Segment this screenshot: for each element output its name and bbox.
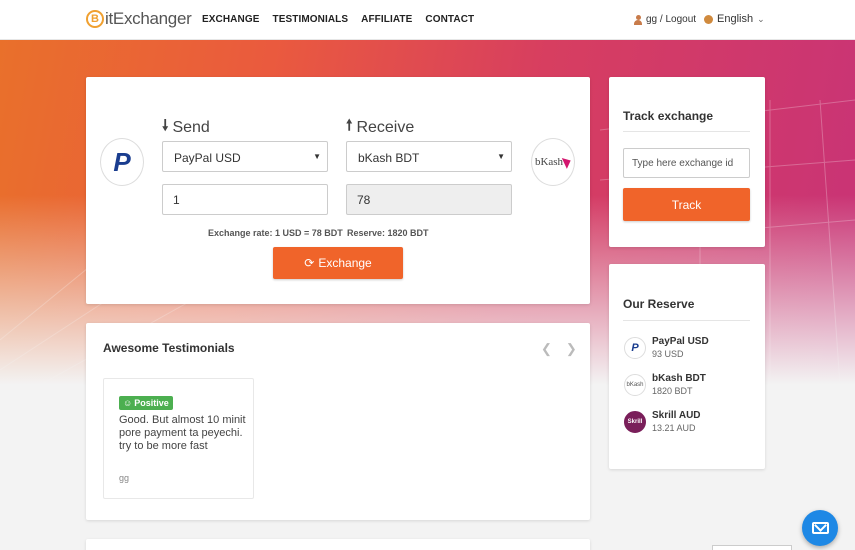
skrill-icon: Skrill [624, 411, 646, 433]
reserve-amount: 13.21 AUD [652, 423, 696, 433]
language-label: English [717, 13, 754, 25]
reserve-name: bKash BDT [652, 373, 706, 384]
track-title: Track exchange [623, 109, 714, 123]
chevron-left-icon[interactable]: ❮ [541, 341, 552, 357]
reserve-item-paypal: P PayPal USD 93 USD [624, 335, 709, 361]
reserve-amount: 93 USD [652, 349, 684, 359]
caret-down-icon: ▼ [497, 152, 505, 161]
bkash-icon: bKash [624, 374, 646, 396]
send-amount-input[interactable] [162, 184, 328, 215]
track-button-label: Track [671, 197, 702, 212]
receive-amount-input[interactable] [346, 184, 512, 215]
nav-testimonials[interactable]: TESTIMONIALS [272, 14, 348, 25]
reserve-name: Skrill AUD [652, 410, 701, 421]
exchange-button[interactable]: ⟳ Exchange [273, 247, 403, 279]
receive-label: Receive [356, 118, 415, 136]
divider [623, 320, 750, 321]
testimonial-carousel-nav: ❮ ❯ [541, 341, 577, 357]
exchange-button-label: Exchange [318, 256, 372, 270]
chat-tab[interactable] [712, 545, 792, 550]
logo-text: itExchanger [105, 9, 192, 28]
send-method-select[interactable]: PayPal USD ▼ [162, 141, 328, 172]
bkash-bird-icon [561, 155, 574, 169]
caret-down-icon: ▼ [313, 152, 321, 161]
reserve-name: PayPal USD [652, 336, 709, 347]
user-icon [634, 14, 642, 25]
user-label: gg / Logout [646, 14, 697, 25]
send-method-value: PayPal USD [174, 151, 241, 165]
reserve-item-bkash: bKash bKash BDT 1820 BDT [624, 372, 706, 398]
smile-icon: ☺ [123, 398, 133, 408]
site-logo[interactable]: B itExchanger [86, 9, 192, 29]
bkash-logo: bKash [531, 138, 575, 186]
refresh-icon: ⟳ [304, 256, 315, 270]
paypal-logo: P [100, 138, 144, 186]
nav-affiliate[interactable]: AFFILIATE [361, 14, 412, 25]
send-heading: 🠗 Send [162, 115, 210, 140]
testimonial-text: Good. But almost 10 minit pore payment t… [119, 414, 246, 452]
logo-mark-icon: B [86, 10, 104, 28]
testimonial-author: gg [119, 473, 130, 483]
arrow-up-icon: 🠕 [346, 117, 353, 134]
language-selector[interactable]: English ⌄ [704, 13, 765, 25]
our-reserve-card [609, 264, 765, 469]
paypal-icon: P [624, 337, 646, 359]
send-label: Send [172, 118, 210, 136]
chevron-down-icon: ⌄ [757, 13, 765, 24]
receive-heading: 🠕 Receive [346, 115, 414, 140]
bkash-logo-text: bKash [534, 156, 564, 168]
top-navbar: B itExchanger EXCHANGE TESTIMONIALS AFFI… [0, 0, 855, 40]
reserve-title: Our Reserve [623, 297, 695, 311]
track-button[interactable]: Track [623, 188, 750, 221]
main-nav: EXCHANGE TESTIMONIALS AFFILIATE CONTACT [202, 14, 474, 25]
badge-label: Positive [134, 398, 169, 408]
next-section-card [86, 539, 590, 550]
exchange-rate-text: Exchange rate: 1 USD = 78 BDT [208, 228, 343, 238]
testimonials-title: Awesome Testimonials [103, 341, 235, 355]
divider [623, 131, 750, 132]
paypal-mark-icon: P [113, 146, 131, 177]
nav-contact[interactable]: CONTACT [425, 14, 474, 25]
receive-method-value: bKash BDT [358, 151, 420, 165]
reserve-text: Reserve: 1820 BDT [347, 228, 429, 238]
reserve-item-skrill: Skrill Skrill AUD 13.21 AUD [624, 409, 701, 435]
mail-icon [811, 522, 829, 534]
chevron-right-icon[interactable]: ❯ [566, 341, 577, 357]
globe-icon [704, 14, 713, 24]
chat-button[interactable] [802, 510, 838, 546]
nav-exchange[interactable]: EXCHANGE [202, 14, 259, 25]
reserve-amount: 1820 BDT [652, 386, 693, 396]
arrow-down-icon: 🠗 [162, 117, 169, 134]
receive-method-select[interactable]: bKash BDT ▼ [346, 141, 512, 172]
exchange-id-input[interactable] [623, 148, 750, 178]
positive-badge: ☺ Positive [119, 396, 173, 410]
user-logout-link[interactable]: gg / Logout [634, 14, 696, 25]
